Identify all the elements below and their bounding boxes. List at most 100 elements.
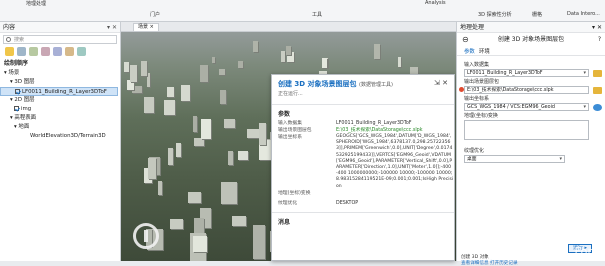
building-block	[167, 148, 173, 165]
scene-tab-label: 场景	[138, 24, 149, 30]
ribbon-group-3d-exploratory[interactable]: 3D 探索性分析	[478, 11, 512, 18]
tree-item-img[interactable]: img	[0, 105, 120, 114]
pane-controls-icon[interactable]: ▾ ✕	[107, 22, 117, 33]
building-block	[200, 65, 209, 83]
pane-controls-icon[interactable]: ▾ ✕	[592, 22, 602, 33]
scene-label: 场景	[8, 70, 20, 76]
param-value: DESKTOP	[336, 200, 359, 206]
building-block	[280, 51, 285, 62]
draw-order-heading: 绘制顺序	[4, 60, 29, 67]
folder-icon[interactable]	[593, 70, 602, 77]
tab-parameters[interactable]: 参数	[464, 47, 475, 55]
list-by-editing-icon[interactable]	[41, 47, 50, 56]
2d-layers-label: 2D 图层	[14, 97, 35, 103]
building-block	[188, 191, 201, 203]
popup-params-heading: 参数	[272, 104, 454, 120]
layer-visibility-checkbox[interactable]	[14, 106, 19, 111]
tree-item-world-elevation[interactable]: WorldElevation3D/Terrain3D	[0, 132, 120, 141]
geoprocessing-pane-title: 地理处理 ▾ ✕	[457, 22, 605, 33]
output-package-value: E:\03_技术探索\DataStorage\ccc.slpk	[467, 88, 554, 93]
tree-item-2d-layers[interactable]: ▾ 2D 图层	[0, 96, 120, 105]
param-row: 输出坐标系 GEOGCS['GCS_WGS_1984',DATUM['D_WGS_…	[272, 134, 454, 190]
list-by-selection-icon[interactable]	[29, 47, 38, 56]
input-dataset-field[interactable]: LF0011_Building_R_Layer3DToF ▾	[464, 69, 589, 77]
building-block	[201, 118, 211, 139]
building-block	[176, 142, 181, 158]
texture-optimization-value: 桌面	[467, 157, 477, 162]
back-arrow-icon[interactable]: ⊖	[462, 33, 469, 47]
geoprocessing-title: 地理处理	[460, 24, 485, 31]
building-block	[224, 119, 236, 129]
tool-title: 创建 3D 对象场景图层包	[497, 36, 565, 43]
tab-scene[interactable]: 场景 ×	[133, 23, 159, 31]
building-block	[141, 60, 147, 76]
param-key: 地理(坐标)变换	[278, 190, 311, 196]
building-block	[212, 56, 216, 64]
tree-item-3d-layers[interactable]: ▾ 3D 图层	[0, 78, 120, 87]
geoprocessing-pane: 地理处理 ▾ ✕ ⊖ 创建 3D 对象场景图层包 ? 参数 环境 输入数据集 L…	[456, 22, 605, 266]
help-icon[interactable]: ?	[598, 33, 601, 47]
ribbon-group-analysis[interactable]: Analysis	[425, 0, 446, 6]
popup-title: 创建 3D 对象场景图层包 (数据管理工具)	[278, 79, 448, 89]
building-block	[231, 216, 247, 226]
tool-progress-popup: 创建 3D 对象场景图层包 (数据管理工具) 正在运行... ⇲ ✕ 参数 输入…	[271, 74, 455, 261]
tree-item-building-layer[interactable]: LF0011_Building_R_Layer3DToF	[0, 87, 118, 96]
folder-icon[interactable]	[593, 87, 602, 94]
building-block	[148, 158, 157, 180]
building-block	[220, 90, 227, 104]
ribbon-group-portal[interactable]: 门户	[150, 11, 160, 18]
tree-item-ground[interactable]: ▾ 地面	[0, 123, 120, 132]
contents-title: 内容	[3, 24, 16, 31]
world-elevation-label: WorldElevation3D/Terrain3D	[30, 133, 106, 139]
texture-optimization-select[interactable]: 桌面 ▾	[464, 155, 565, 163]
navigator-control-icon[interactable]	[133, 223, 159, 249]
list-by-labeling-icon[interactable]	[65, 47, 74, 56]
list-by-snapping-icon[interactable]	[53, 47, 62, 56]
building-block	[373, 44, 380, 59]
building-block	[164, 99, 176, 116]
tool-header: ⊖ 创建 3D 对象场景图层包 ?	[457, 33, 605, 47]
list-by-source-icon[interactable]	[17, 47, 26, 56]
watermark: CSDN @GB_Fore	[505, 245, 599, 258]
list-by-drawing-order-icon[interactable]	[5, 47, 14, 56]
input-dataset-label: 输入数据集	[464, 62, 490, 68]
building-block	[221, 181, 237, 205]
tree-item-elevation-surfaces[interactable]: ▾ 高程表面	[0, 114, 120, 123]
ground-label: 地面	[18, 124, 30, 130]
coord-system-value: GCS_WGS_1984 / VCS:EGM96_Geoid	[467, 105, 555, 110]
3d-layers-label: 3D 图层	[14, 79, 35, 85]
coord-system-field[interactable]: GCS_WGS_1984 / VCS:EGM96_Geoid ▾	[464, 103, 589, 111]
chevron-down-icon[interactable]: ▾	[559, 156, 562, 162]
globe-icon[interactable]	[593, 104, 602, 111]
layer-visibility-checkbox[interactable]	[15, 89, 20, 94]
chevron-down-icon[interactable]: ▾	[583, 70, 586, 76]
output-package-label: 输出场景图层包	[464, 79, 500, 85]
building-block	[192, 116, 197, 132]
param-row: 地理(坐标)变换	[272, 190, 454, 200]
tree-item-scene[interactable]: ▾ 场景	[0, 69, 120, 78]
tab-environments[interactable]: 环境	[479, 47, 490, 55]
ribbon-group-data-interop[interactable]: Data Intero...	[567, 11, 600, 17]
pin-icon[interactable]: ⇲	[434, 79, 440, 87]
img-label: img	[21, 106, 32, 112]
param-value: GEOGCS['GCS_WGS_1984',DATUM['D_WGS_1984'…	[336, 134, 454, 189]
contents-pane-title: 内容 ▾ ✕	[0, 22, 120, 33]
tool-tabs: 参数 环境	[457, 47, 605, 56]
param-row: 输出场景图层包 E:\03_技术探索\DataStorage\ccc.slpk	[272, 127, 454, 134]
building-layer-label: LF0011_Building_R_Layer3DToF	[22, 89, 107, 95]
popup-messages-heading[interactable]: 消息	[272, 211, 454, 228]
param-key: 输出场景图层包	[278, 128, 312, 133]
output-package-field[interactable]: E:\03_技术探索\DataStorage\ccc.slpk	[464, 86, 589, 94]
ribbon-group-geoprocessing[interactable]: 地理处理	[26, 0, 46, 7]
elevation-surfaces-label: 高程表面	[14, 115, 36, 121]
param-value: E:\03_技术探索\DataStorage\ccc.slpk	[336, 128, 423, 133]
chevron-down-icon[interactable]: ▾	[583, 104, 586, 110]
ribbon-group-raster[interactable]: 栅格	[532, 11, 542, 18]
building-block	[259, 122, 266, 145]
transformation-field[interactable]	[464, 120, 589, 140]
close-icon[interactable]: ✕	[442, 79, 448, 87]
list-by-perspective-icon[interactable]	[77, 47, 86, 56]
ribbon-group-tools[interactable]: 工具	[312, 11, 322, 18]
contents-search-input[interactable]: 搜索	[3, 35, 117, 44]
param-value: LF0011_Building_R_Layer3DToF	[336, 121, 412, 126]
